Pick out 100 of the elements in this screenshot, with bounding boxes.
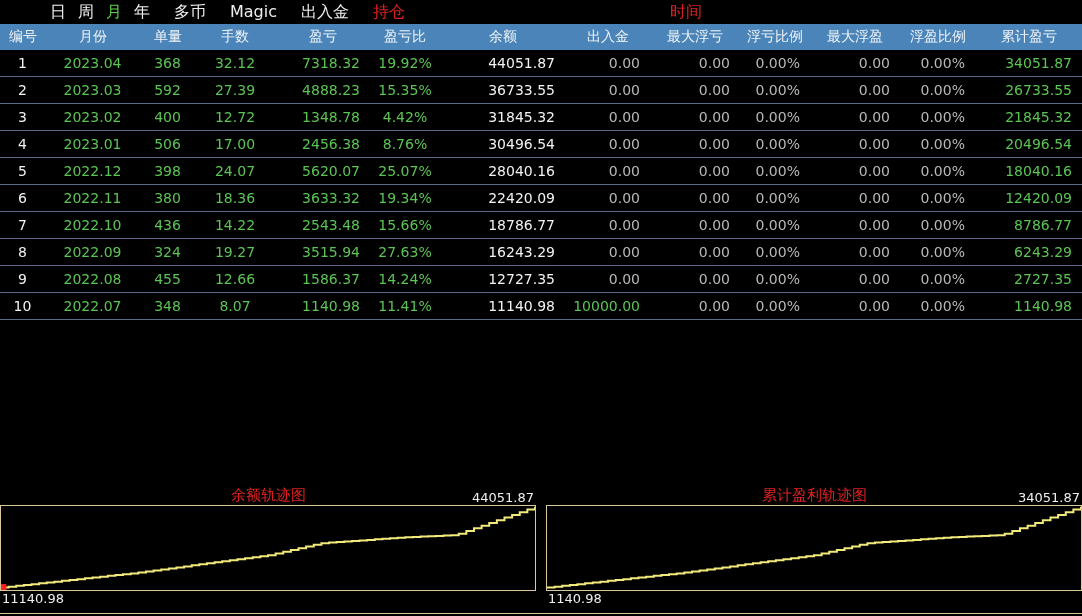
table-cell-text: 0.00 [607,136,641,152]
table-cell-text: 36733.55 [487,82,556,98]
table-cell-text: 10 [12,298,33,314]
table-cell-text: 1 [17,55,28,71]
table-cell-text: 0.00 [607,244,641,260]
table-cell-text: 0.00 [857,163,891,179]
table-cell-text: 2543.48 [301,217,361,233]
table-cell-text: 1586.37 [301,271,361,287]
table-cell-text: 0.00% [919,55,966,71]
menu-item[interactable]: 多币 [174,1,206,23]
column-header[interactable]: 浮亏比例 [740,28,810,46]
table-cell-text: 27.39 [213,82,257,98]
table-cell-text: 592 [153,82,182,98]
table-cell-text: 27.63% [377,244,433,260]
table-cell-text: 14.22 [213,217,257,233]
table-cell-text: 14.24% [377,271,433,287]
table-cell-text: 3633.32 [301,190,361,206]
table-cell-text: 8.76% [381,136,429,152]
table-cell-text: 4.42% [381,109,429,125]
period-tab[interactable]: 月 [106,1,122,23]
table-cell-text: 31845.32 [487,109,556,125]
table-cell-text: 0.00% [754,298,801,314]
column-header[interactable]: 单量 [140,28,195,46]
period-tab[interactable]: 周 [78,1,94,23]
table-cell-text: 2022.08 [62,271,123,287]
chart-title: 余额轨迹图 [230,486,306,505]
table-cell-text: 8.07 [218,298,252,314]
table-cell-text: 0.00 [857,136,891,152]
table-cell-text: 12.66 [213,271,257,287]
table-cell-text: 0.00% [754,136,801,152]
table-cell-text: 0.00 [697,82,731,98]
table-cell-text: 8 [17,244,28,260]
table-cell-text: 7318.32 [301,55,361,71]
column-header[interactable]: 出入金 [565,28,650,46]
table-cell-text: 0.00 [607,163,641,179]
table-cell-text: 2022.07 [62,298,123,314]
column-header[interactable]: 余额 [440,28,565,46]
table-cell-text: 506 [153,136,182,152]
table-cell-text: 0.00 [857,55,891,71]
table-cell-text: 19.92% [377,55,433,71]
table-cell-text: 6 [17,190,28,206]
table-cell-text: 30496.54 [487,136,556,152]
table-cell-text: 0.00% [919,136,966,152]
column-header[interactable]: 盈亏 [275,28,370,46]
table-cell-text: 0.00 [697,163,731,179]
table-cell-text: 0.00 [857,109,891,125]
table-cell-text: 0.00% [919,82,966,98]
table-cell-text: 0.00% [754,163,801,179]
table-cell-text: 12727.35 [487,271,556,287]
table-cell-text: 380 [153,190,182,206]
max-value-label: 44051.87 [471,490,534,505]
column-header[interactable]: 编号 [0,28,45,46]
column-header[interactable]: 累计盈亏 [975,28,1082,46]
table-cell-text: 398 [153,163,182,179]
table-cell-text: 0.00 [607,82,641,98]
menu-item[interactable]: 出入金 [301,1,349,23]
table-cell-text: 0.00 [697,55,731,71]
menu-item[interactable]: Magic [230,1,277,23]
table-cell-text: 34051.87 [1004,55,1073,71]
table-cell-text: 0.00% [754,190,801,206]
column-header[interactable]: 浮盈比例 [900,28,975,46]
min-value-label: 11140.98 [1,591,66,606]
period-tab[interactable]: 日 [50,1,66,23]
menu-item[interactable]: 持仓 [373,1,405,23]
table-cell-text: 0.00 [697,136,731,152]
table-cell-text: 2456.38 [301,136,361,152]
table-cell-text: 2 [17,82,28,98]
column-header[interactable]: 最大浮盈 [810,28,900,46]
table-cell-text: 0.00 [857,82,891,98]
table-cell-text: 8786.77 [1013,217,1073,233]
table-cell-text: 19.34% [377,190,433,206]
table-cell-text: 0.00% [919,271,966,287]
table-cell-text: 400 [153,109,182,125]
table-cell-text: 455 [153,271,182,287]
table-cell-text: 0.00 [697,298,731,314]
table-cell-text: 1348.78 [301,109,361,125]
table-cell-text: 1140.98 [301,298,361,314]
table-cell-text: 32.12 [213,55,257,71]
table-cell-text: 1140.98 [1013,298,1073,314]
chart-title: 累计盈利轨迹图 [761,486,867,505]
column-header[interactable]: 手数 [195,28,275,46]
table-cell-text: 2727.35 [1013,271,1073,287]
table-cell-text: 0.00% [754,82,801,98]
table-cell-text: 2023.04 [62,55,123,71]
column-header[interactable]: 最大浮亏 [650,28,740,46]
table-cell-text: 6243.29 [1013,244,1073,260]
column-header[interactable]: 月份 [45,28,140,46]
column-header[interactable]: 盈亏比 [370,28,440,46]
table-cell-text: 18786.77 [487,217,556,233]
table-cell-text: 0.00 [857,244,891,260]
table-cell-text: 5620.07 [301,163,361,179]
table-cell-text: 7 [17,217,28,233]
period-tab[interactable]: 年 [134,1,150,23]
table-cell-text: 2022.11 [62,190,123,206]
menu-item[interactable]: 时间 [670,1,702,23]
table-cell-text: 0.00 [857,217,891,233]
table-cell-text: 19.27 [213,244,257,260]
table-cell-text: 0.00 [697,109,731,125]
table-cell-text: 0.00 [697,244,731,260]
table-cell-text: 17.00 [213,136,257,152]
